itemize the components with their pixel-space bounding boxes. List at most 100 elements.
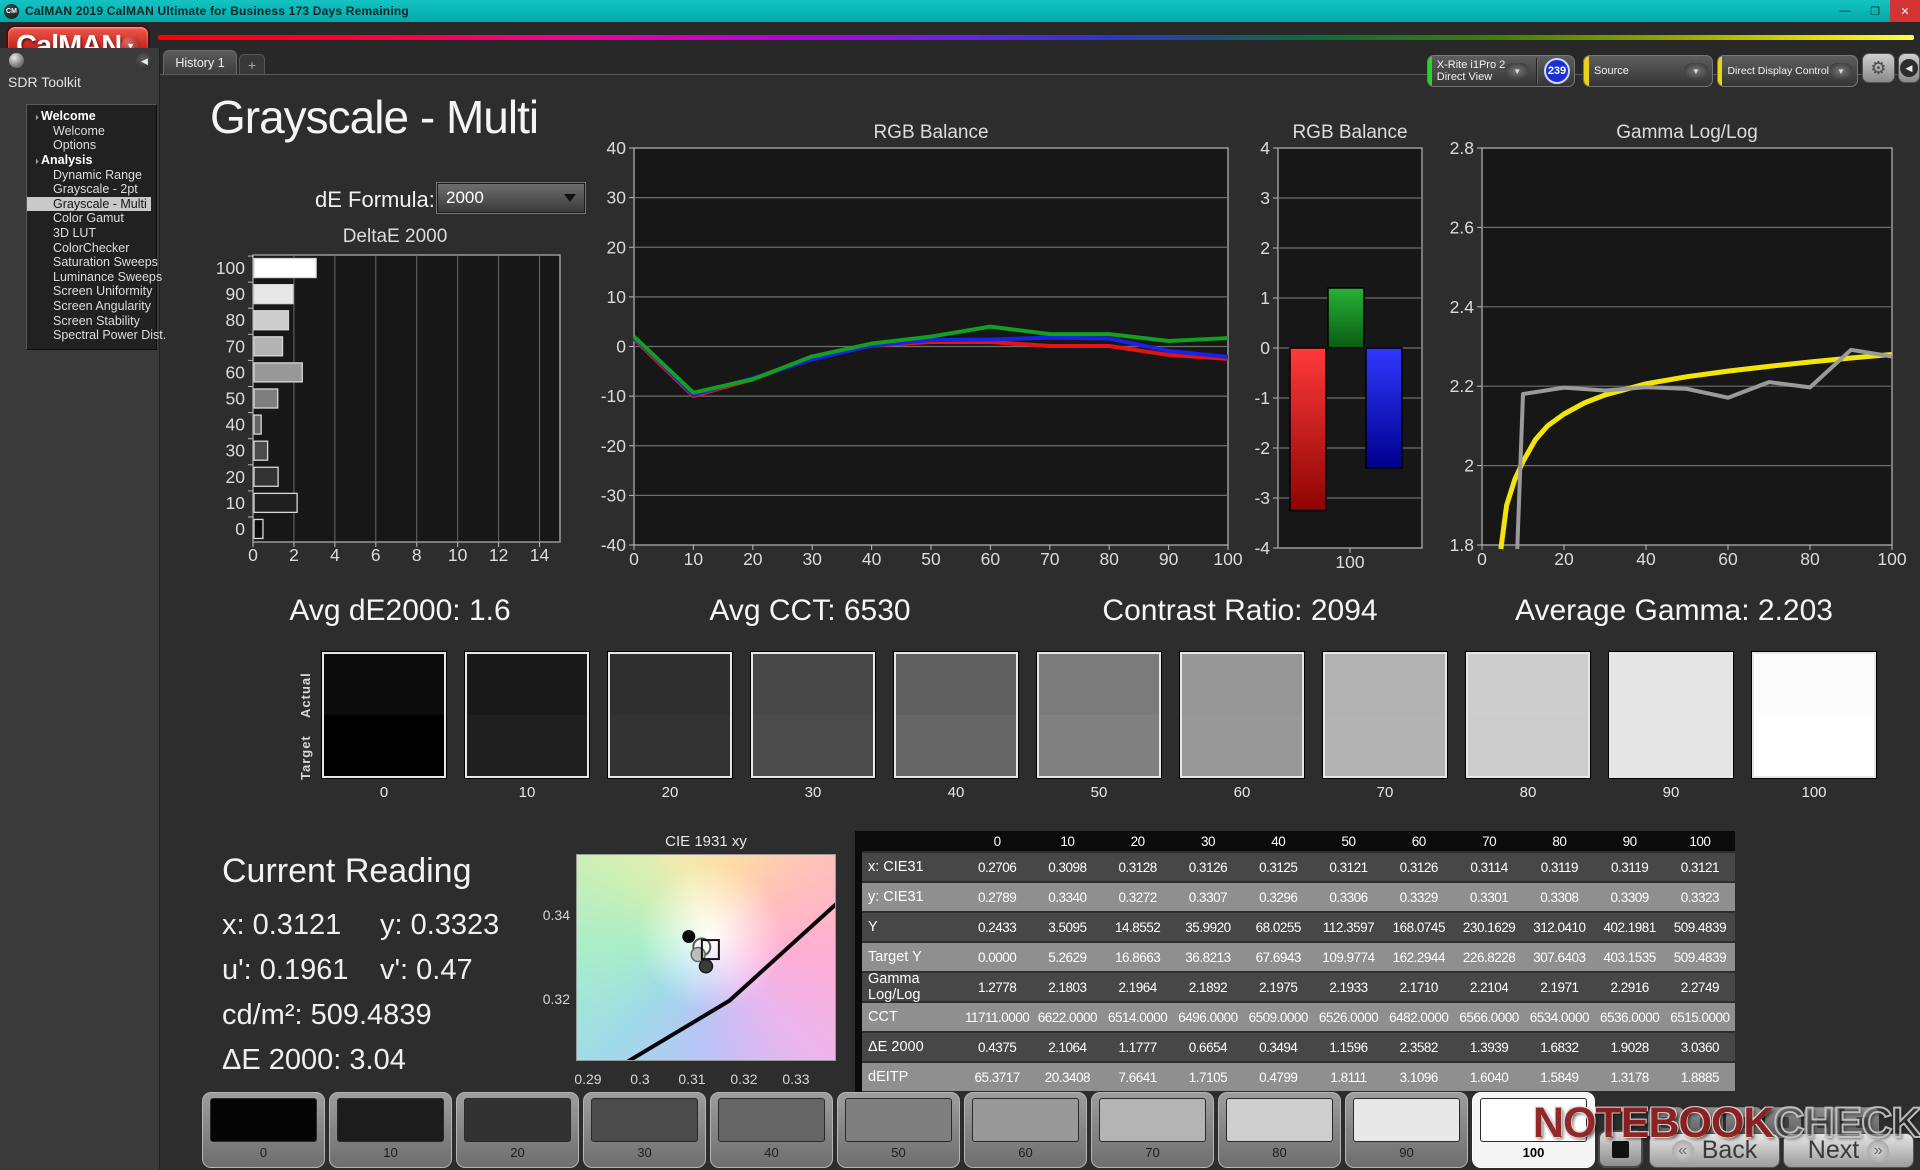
sidebar-item-options[interactable]: Options	[27, 138, 156, 153]
svg-text:50: 50	[226, 389, 246, 409]
minimize-button[interactable]: —	[1830, 0, 1860, 22]
pattern-button-60[interactable]: 60	[964, 1092, 1087, 1168]
table-cell: 0.3308	[1524, 890, 1594, 905]
table-cell: 2.1975	[1243, 980, 1313, 995]
sidebar-item-dynamic-range[interactable]: Dynamic Range	[27, 167, 156, 182]
pattern-button-40[interactable]: 40	[710, 1092, 833, 1168]
table-cell: 3.0360	[1665, 1040, 1735, 1055]
target-swatch	[896, 715, 1016, 776]
tab-history-1[interactable]: History 1	[163, 50, 237, 75]
stop-button[interactable]	[1598, 1130, 1643, 1168]
svg-text:0: 0	[235, 519, 245, 539]
pattern-button-70[interactable]: 70	[1091, 1092, 1214, 1168]
sidebar-item-grayscale-multi[interactable]: Grayscale - Multi	[27, 197, 151, 212]
workflow-indicator-dot[interactable]	[9, 53, 24, 68]
close-button[interactable]: ✕	[1890, 0, 1920, 22]
pattern-button-20[interactable]: 20	[456, 1092, 579, 1168]
target-swatch	[467, 715, 587, 776]
svg-text:20: 20	[607, 237, 627, 257]
table-cell: 1.8111	[1313, 1070, 1383, 1085]
svg-text:10: 10	[607, 287, 627, 307]
svg-text:DeltaE 2000: DeltaE 2000	[343, 226, 448, 247]
swatch-level-label: 40	[894, 784, 1018, 801]
table-column-header: 100	[1665, 834, 1735, 849]
sidebar-item-luminance-sweeps[interactable]: Luminance Sweeps	[27, 270, 156, 285]
back-button[interactable]: « Back	[1649, 1133, 1780, 1168]
meter-dropdown[interactable]: X-Rite i1Pro 2 Direct View ▼ 239	[1427, 55, 1575, 87]
swatch	[1323, 652, 1447, 778]
table-cell: 162.2944	[1384, 950, 1454, 965]
pattern-swatch	[972, 1098, 1079, 1142]
add-tab-button[interactable]: +	[239, 54, 265, 75]
deltae-bar-0	[254, 519, 263, 538]
sidebar-item-screen-uniformity[interactable]: Screen Uniformity	[27, 284, 156, 299]
sidebar-item-screen-angularity[interactable]: Screen Angularity	[27, 299, 156, 314]
target-swatch	[1039, 715, 1159, 776]
svg-text:90: 90	[226, 284, 246, 304]
svg-text:-3: -3	[1254, 488, 1270, 508]
svg-text:0: 0	[248, 545, 258, 565]
table-cell: 2.3582	[1384, 1040, 1454, 1055]
current-reading-panel: Current Reading x: 0.3121 y: 0.3323 u': …	[222, 852, 552, 1077]
table-cell: 1.5849	[1524, 1070, 1594, 1085]
svg-text:1: 1	[1260, 288, 1270, 308]
table-cell: 0.3272	[1103, 890, 1173, 905]
table-row: Target Y0.00005.262916.866336.821367.694…	[862, 943, 1735, 971]
pattern-button-90[interactable]: 90	[1345, 1092, 1468, 1168]
pattern-button-50[interactable]: 50	[837, 1092, 960, 1168]
table-cell: 509.4839	[1665, 920, 1735, 935]
pattern-button-100[interactable]: 100	[1472, 1092, 1595, 1168]
sidebar-item-grayscale-2pt[interactable]: Grayscale - 2pt	[27, 182, 156, 197]
menu-section-welcome[interactable]: Welcome	[27, 109, 156, 124]
table-cell: 6566.0000	[1454, 1010, 1524, 1025]
maximize-button[interactable]: ❐	[1860, 0, 1890, 22]
table-cell: 2.1892	[1173, 980, 1243, 995]
table-cell: 0.3309	[1595, 890, 1665, 905]
pattern-level-label: 20	[464, 1145, 571, 1160]
sidebar-item-saturation-sweeps[interactable]: Saturation Sweeps	[27, 255, 156, 270]
table-row-label: CCT	[862, 1009, 962, 1025]
actual-label: Actual	[298, 656, 313, 718]
sidebar-collapse-button[interactable]: ◀	[136, 53, 153, 70]
menu-section-analysis[interactable]: Analysis	[27, 153, 156, 168]
table-cell: 2.1964	[1103, 980, 1173, 995]
sidebar-item-colorchecker[interactable]: ColorChecker	[27, 240, 156, 255]
pattern-swatch	[1226, 1098, 1333, 1142]
pattern-button-80[interactable]: 80	[1218, 1092, 1341, 1168]
sidebar-item-screen-stability[interactable]: Screen Stability	[27, 313, 156, 328]
display-control-dropdown[interactable]: Direct Display Control ▼	[1717, 55, 1858, 87]
settings-button[interactable]: ⚙	[1862, 53, 1895, 83]
pattern-level-label: 90	[1353, 1145, 1460, 1160]
pattern-button-30[interactable]: 30	[583, 1092, 706, 1168]
sidebar-item-3d-lut[interactable]: 3D LUT	[27, 226, 156, 241]
de-formula-select[interactable]: 2000	[437, 183, 585, 213]
svg-text:RGB Balance: RGB Balance	[1292, 122, 1407, 143]
window-title: CalMAN 2019 CalMAN Ultimate for Business…	[25, 4, 409, 18]
table-row: ΔE 20000.43752.10641.17770.66540.34941.1…	[862, 1033, 1735, 1061]
pattern-level-label: 60	[972, 1145, 1079, 1160]
collapse-panel-button[interactable]: ◀	[1898, 53, 1920, 83]
compare-swatch-10: 10	[465, 652, 589, 801]
sidebar: ◀ SDR Toolkit WelcomeWelcomeOptionsAnaly…	[0, 48, 160, 1170]
workflow-title: SDR Toolkit	[8, 74, 81, 90]
cie-plot-area	[576, 854, 836, 1061]
pattern-level-label: 40	[718, 1145, 825, 1160]
cie-xtick: 0.32	[730, 1071, 757, 1087]
table-cell: 6536.0000	[1595, 1010, 1665, 1025]
svg-text:12: 12	[489, 545, 508, 565]
svg-text:60: 60	[226, 362, 246, 382]
compare-swatch-100: 100	[1752, 652, 1876, 801]
pattern-button-10[interactable]: 10	[329, 1092, 452, 1168]
svg-text:Gamma Log/Log: Gamma Log/Log	[1616, 122, 1758, 143]
source-dropdown[interactable]: Source ▼	[1583, 55, 1713, 87]
meter-count-badge[interactable]: 239	[1544, 58, 1570, 84]
rgb-balance-line-chart: RGB Balance403020100-10-20-30-4001020304…	[600, 118, 1252, 580]
sidebar-item-color-gamut[interactable]: Color Gamut	[27, 211, 156, 226]
svg-text:60: 60	[1718, 549, 1738, 569]
svg-text:90: 90	[1159, 549, 1179, 569]
next-button[interactable]: Next »	[1783, 1133, 1914, 1168]
svg-text:1.8: 1.8	[1450, 535, 1474, 555]
sidebar-item-spectral-power-dist-[interactable]: Spectral Power Dist.	[27, 328, 156, 343]
pattern-button-0[interactable]: 0	[202, 1092, 325, 1168]
sidebar-item-welcome[interactable]: Welcome	[27, 124, 156, 139]
